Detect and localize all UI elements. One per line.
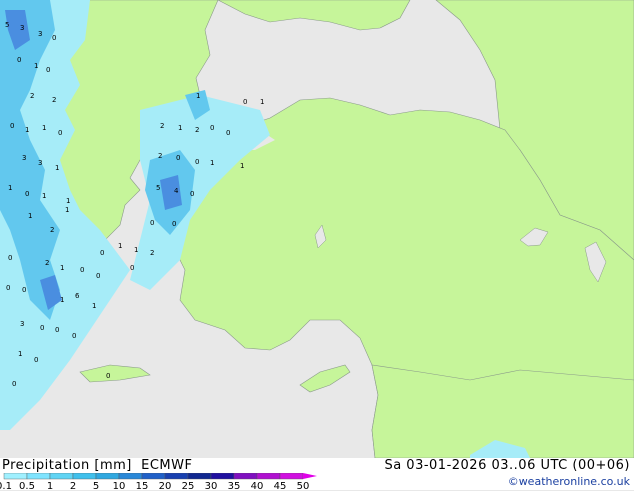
precip-value: 1 (8, 184, 12, 192)
scale-swatch (49, 473, 74, 480)
scale-swatch (164, 473, 189, 480)
precip-value: 6 (75, 292, 80, 300)
precip-value: 1 (118, 242, 122, 250)
precip-value: 0 (190, 190, 194, 198)
precip-value: 1 (42, 192, 46, 200)
precip-value: 0 (22, 286, 26, 294)
precip-value: 0 (17, 56, 21, 64)
scale-swatch (3, 473, 28, 480)
precip-value: 1 (240, 162, 244, 170)
precip-value: 0 (150, 219, 154, 227)
precip-value: 1 (42, 124, 46, 132)
valid-time: Sa 03-01-2026 03..06 UTC (00+06) (384, 458, 630, 473)
precip-value: 1 (18, 350, 22, 358)
precip-value: 3 (20, 320, 24, 328)
precip-value: 0 (176, 154, 180, 162)
precip-value: 3 (20, 24, 24, 32)
precip-value: 2 (195, 126, 199, 134)
precip-value: 0 (72, 332, 76, 340)
precip-value: 0 (52, 34, 56, 42)
precip-value: 2 (158, 152, 162, 160)
precip-value: 0 (34, 356, 38, 364)
scale-arrow (303, 473, 317, 479)
precip-value: 2 (50, 226, 54, 234)
precip-value: 1 (65, 206, 69, 214)
precip-value: 1 (134, 246, 138, 254)
precip-value: 0 (106, 372, 110, 380)
precip-value: 0 (55, 326, 59, 334)
precip-value: 0 (243, 98, 247, 106)
scale-swatch (210, 473, 235, 480)
precip-value: 3 (38, 159, 42, 167)
scale-swatch (233, 473, 258, 480)
precipitation-map: 5330201020110331101121121200105400201102… (0, 0, 634, 459)
precip-value: 1 (66, 197, 70, 205)
precip-value: 1 (92, 302, 96, 310)
precip-value: 0 (172, 220, 176, 228)
precip-value: 0 (210, 124, 214, 132)
product-title: Precipitation [mm] ECMWF (2, 458, 193, 473)
precip-value: 3 (38, 30, 42, 38)
precip-value: 0 (6, 284, 10, 292)
precip-value: 0 (96, 272, 100, 280)
precip-value: 1 (60, 296, 64, 304)
scale-swatch (72, 473, 97, 480)
precip-value: 1 (25, 126, 29, 134)
precip-value: 0 (58, 129, 62, 137)
precip-value: 1 (260, 98, 264, 106)
precip-value: 1 (34, 62, 38, 70)
scale-swatch (256, 473, 281, 480)
footer: Precipitation [mm] ECMWF Sa 03-01-2026 0… (0, 458, 634, 491)
precip-value: 0 (40, 324, 44, 332)
precip-value: 1 (55, 164, 59, 172)
precip-value: 2 (52, 96, 56, 104)
color-scale: 0.10.5125101520253035404550 (0, 473, 317, 491)
precip-value: 4 (174, 187, 179, 195)
precip-value: 1 (60, 264, 64, 272)
precip-value: 0 (80, 266, 84, 274)
precip-value: 1 (196, 92, 200, 100)
precip-value: 2 (150, 249, 154, 257)
scale-swatch (187, 473, 212, 480)
precip-value: 1 (28, 212, 32, 220)
scale-swatch (26, 473, 51, 480)
precip-value: 0 (226, 129, 230, 137)
scale-swatch (95, 473, 120, 480)
precip-value: 2 (30, 92, 34, 100)
precip-value: 0 (130, 264, 134, 272)
scale-swatch (279, 473, 304, 480)
scale-swatch (118, 473, 143, 480)
precip-value: 2 (45, 259, 49, 267)
precip-value: 0 (12, 380, 16, 388)
credit-link[interactable]: ©weatheronline.co.uk (508, 475, 630, 488)
precip-value: 0 (25, 190, 29, 198)
precip-value: 0 (10, 122, 14, 130)
map-canvas: 5 33 0201 020 1 1033110 112112 1 2 00105 4 002 01 102… (0, 0, 634, 459)
scale-swatch (141, 473, 166, 480)
precip-value: 0 (100, 249, 104, 257)
precip-value: 1 (178, 124, 182, 132)
precip-value: 0 (46, 66, 50, 74)
precip-value: 3 (22, 154, 26, 162)
precip-value: 5 (156, 184, 160, 192)
precip-value: 0 (8, 254, 12, 262)
precip-value: 5 (5, 21, 9, 29)
precip-value: 0 (195, 158, 199, 166)
precip-value: 2 (160, 122, 164, 130)
precip-value: 1 (210, 159, 214, 167)
